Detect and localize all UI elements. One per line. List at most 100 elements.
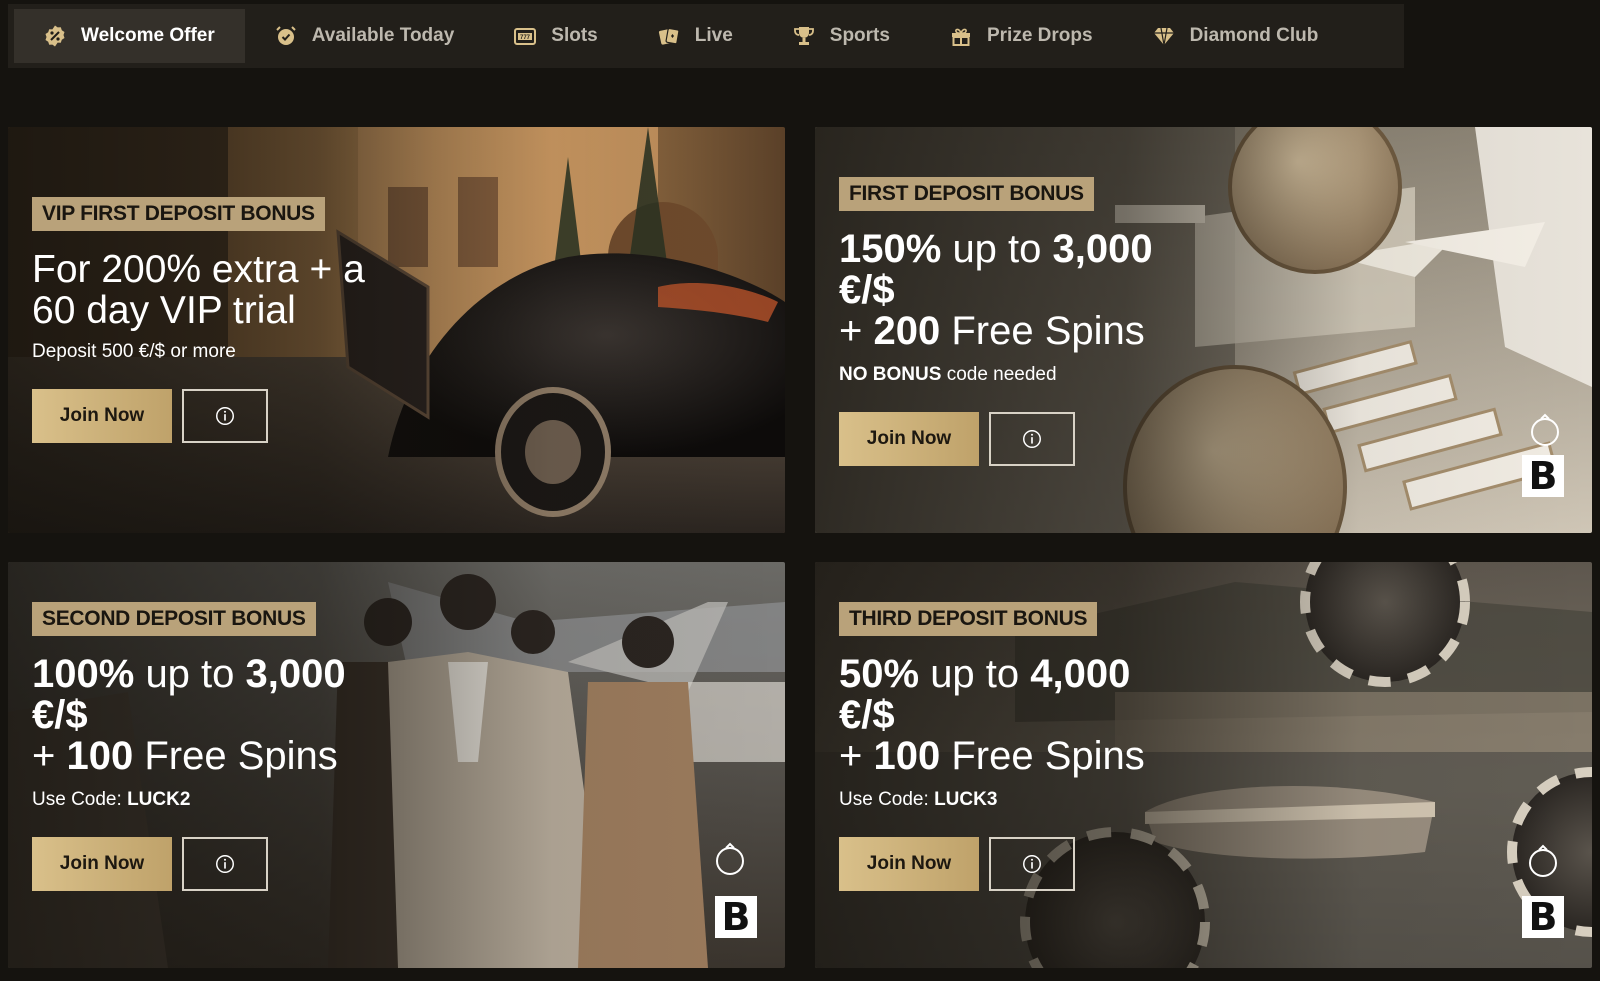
spins-label: Free Spins (951, 309, 1145, 353)
plus-sign: + (839, 734, 863, 778)
card-badge: THIRD DEPOSIT BONUS (839, 602, 1098, 636)
card-content: VIP FIRST DEPOSIT BONUS For 200% extra +… (32, 197, 765, 443)
bonus-amount: 3,000 (245, 652, 346, 696)
spins-count: 100 (66, 734, 134, 778)
headline-line-3: + 100 Free Spins (32, 736, 765, 777)
promo-code: LUCK3 (934, 789, 998, 810)
plus-sign: + (839, 309, 863, 353)
bonus-currency: €/$ (839, 268, 895, 312)
bonus-amount: 4,000 (1030, 652, 1131, 696)
plus-sign: + (32, 734, 56, 778)
pomegranate-logo-icon (1529, 844, 1557, 877)
pomegranate-logo-icon (716, 842, 744, 875)
headline-line-1: 100% up to 3,000 (32, 654, 765, 695)
tab-available-today[interactable]: Available Today (245, 9, 485, 63)
promo-card-first-deposit: FIRST DEPOSIT BONUS 150% up to 3,000 €/$… (815, 127, 1592, 533)
bonus-percent: 150% (839, 227, 942, 271)
card-content: THIRD DEPOSIT BONUS 50% up to 4,000 €/$ … (839, 602, 1572, 891)
promo-code: LUCK2 (127, 789, 191, 810)
percent-badge-icon (42, 23, 68, 49)
join-now-button[interactable]: Join Now (32, 837, 172, 891)
pomegranate-logo-icon (1531, 413, 1559, 446)
info-button[interactable] (182, 837, 268, 891)
headline-line-2: €/$ (839, 270, 1572, 311)
slot-machine-icon: 777 (512, 23, 538, 49)
card-actions: Join Now (32, 837, 765, 891)
card-headline: 50% up to 4,000 €/$ + 100 Free Spins (839, 654, 1572, 777)
info-icon (1023, 855, 1041, 873)
alarm-clock-icon (273, 23, 299, 49)
promo-card-vip-first-deposit: VIP FIRST DEPOSIT BONUS For 200% extra +… (8, 127, 785, 533)
tab-label: Prize Drops (986, 25, 1093, 46)
card-subtext: NO BONUS code needed (839, 364, 1572, 386)
bonus-percent: 50% (839, 652, 920, 696)
card-badge: SECOND DEPOSIT BONUS (32, 602, 316, 636)
card-subtext: Use Code: LUCK3 (839, 789, 1572, 811)
info-icon (1023, 430, 1041, 448)
up-to-text: up to (145, 652, 235, 696)
headline-line-2: €/$ (32, 695, 765, 736)
gift-icon (948, 23, 974, 49)
promo-category-nav: Welcome Offer Available Today 777 Slots … (8, 4, 1404, 68)
headline-line-2: €/$ (839, 695, 1572, 736)
join-now-button[interactable]: Join Now (839, 412, 979, 466)
headline-line-1: For 200% extra + a (32, 248, 365, 291)
brand-logo: B (715, 896, 757, 938)
card-actions: Join Now (839, 837, 1572, 891)
card-actions: Join Now (32, 389, 765, 443)
join-now-button[interactable]: Join Now (32, 389, 172, 443)
card-badge: FIRST DEPOSIT BONUS (839, 177, 1094, 211)
tab-prize-drops[interactable]: Prize Drops (920, 9, 1123, 63)
info-button[interactable] (989, 837, 1075, 891)
tab-live[interactable]: Live (628, 9, 763, 63)
headline-line-3: + 100 Free Spins (839, 736, 1572, 777)
up-to-text: up to (952, 227, 1042, 271)
svg-text:777: 777 (520, 35, 531, 41)
tab-label: Welcome Offer (81, 25, 215, 46)
tab-welcome-offer[interactable]: Welcome Offer (14, 9, 245, 63)
card-subtext: Deposit 500 €/$ or more (32, 341, 236, 362)
card-headline: 100% up to 3,000 €/$ + 100 Free Spins (32, 654, 765, 777)
tab-label: Diamond Club (1189, 25, 1319, 46)
spins-count: 100 (873, 734, 941, 778)
headline-line-2: 60 day VIP trial (32, 289, 296, 332)
diamond-icon (1151, 23, 1177, 49)
tab-slots[interactable]: 777 Slots (484, 9, 627, 63)
bonus-amount: 3,000 (1052, 227, 1153, 271)
tab-label: Available Today (311, 25, 455, 46)
spins-count: 200 (873, 309, 941, 353)
info-button[interactable] (989, 412, 1075, 466)
tab-sports[interactable]: Sports (763, 9, 920, 63)
card-headline: For 200% extra + a 60 day VIP trial (32, 249, 765, 331)
card-content: FIRST DEPOSIT BONUS 150% up to 3,000 €/$… (839, 177, 1572, 466)
tab-label: Sports (829, 25, 890, 46)
subtext-rest: Use Code: (32, 789, 122, 810)
promo-card-third-deposit: THIRD DEPOSIT BONUS 50% up to 4,000 €/$ … (815, 562, 1592, 968)
card-headline: 150% up to 3,000 €/$ + 200 Free Spins (839, 229, 1572, 352)
info-icon (216, 407, 234, 425)
subtext-rest: Use Code: (839, 789, 929, 810)
brand-logo: B (1522, 455, 1564, 497)
spins-label: Free Spins (144, 734, 338, 778)
bonus-percent: 100% (32, 652, 135, 696)
spins-label: Free Spins (951, 734, 1145, 778)
headline-line-3: + 200 Free Spins (839, 311, 1572, 352)
bonus-currency: €/$ (32, 693, 88, 737)
tab-label: Slots (551, 25, 598, 46)
bonus-currency: €/$ (839, 693, 895, 737)
subtext-rest: code needed (946, 364, 1057, 385)
card-badge: VIP FIRST DEPOSIT BONUS (32, 197, 325, 231)
card-subtext: Use Code: LUCK2 (32, 789, 765, 811)
join-now-button[interactable]: Join Now (839, 837, 979, 891)
up-to-text: up to (930, 652, 1020, 696)
headline-line-1: 150% up to 3,000 (839, 229, 1572, 270)
playing-cards-icon (656, 23, 682, 49)
tab-label: Live (694, 25, 733, 46)
promo-card-second-deposit: SECOND DEPOSIT BONUS 100% up to 3,000 €/… (8, 562, 785, 968)
trophy-icon (791, 23, 817, 49)
brand-logo: B (1522, 896, 1564, 938)
tab-diamond-club[interactable]: Diamond Club (1123, 9, 1349, 63)
info-button[interactable] (182, 389, 268, 443)
info-icon (216, 855, 234, 873)
card-actions: Join Now (839, 412, 1572, 466)
